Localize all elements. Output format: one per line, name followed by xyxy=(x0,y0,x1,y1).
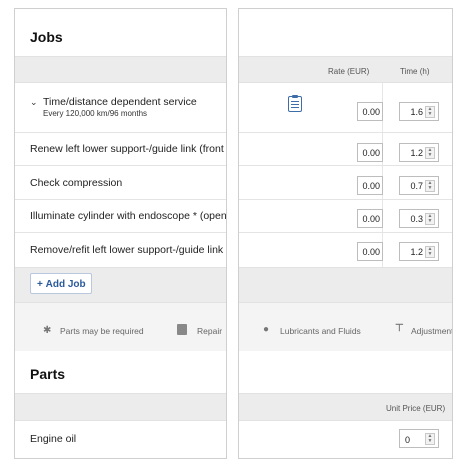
time-value: 0.7 xyxy=(410,181,423,191)
rate-field[interactable]: 0.00 xyxy=(357,102,383,121)
rate-field[interactable]: 0.00 xyxy=(357,143,383,162)
row-divider xyxy=(15,199,226,200)
jobs-header-band xyxy=(15,56,226,83)
part-row-label[interactable]: Engine oil xyxy=(30,433,76,445)
time-stepper[interactable]: 0.3 ▲ ▼ xyxy=(399,209,439,228)
spinner-icon[interactable]: ▲ ▼ xyxy=(425,246,435,258)
parts-title: Parts xyxy=(30,366,66,382)
wrench-icon: ⊤ xyxy=(395,323,404,334)
spinner-icon[interactable]: ▲ ▼ xyxy=(425,180,435,192)
plus-icon: + xyxy=(37,279,43,290)
spinner-icon[interactable]: ▲ ▼ xyxy=(425,147,435,159)
add-job-label: Add Job xyxy=(45,279,86,290)
clipboard-icon[interactable] xyxy=(288,95,302,112)
left-pane: Jobs ⌄ Time/distance dependent service E… xyxy=(14,8,227,459)
jobs-title: Jobs xyxy=(30,29,63,45)
row-divider xyxy=(15,132,226,133)
time-value: 1.2 xyxy=(410,247,423,257)
time-value: 1.6 xyxy=(410,107,423,117)
add-job-button[interactable]: + Add Job xyxy=(30,273,92,294)
drop-icon: ● xyxy=(263,324,270,335)
jobs-card-right: Rate (EUR) Time (h) 0.00 1.6 ▲ ▼ 0.00 1.2… xyxy=(239,9,452,303)
time-stepper[interactable]: 1.2 ▲ ▼ xyxy=(399,143,439,162)
rate-field[interactable]: 0.00 xyxy=(357,242,383,261)
job-row-label[interactable]: Renew left lower support-/guide link (fr… xyxy=(30,143,226,155)
job-row-label[interactable]: Illuminate cylinder with endoscope * (op… xyxy=(30,210,226,222)
legend-label: Repair xyxy=(197,326,223,336)
time-stepper[interactable]: 1.2 ▲ ▼ xyxy=(399,242,439,261)
parts-card: Parts Engine oil xyxy=(15,351,226,458)
spinner-icon[interactable]: ▲ ▼ xyxy=(425,106,435,118)
legend-label: Parts may be required xyxy=(60,326,144,336)
parts-card-right: Unit Price (EUR) 0 ▲ ▼ xyxy=(239,351,452,458)
row-divider xyxy=(239,132,452,133)
rate-field[interactable]: 0.00 xyxy=(357,209,383,228)
time-value: 0.3 xyxy=(410,214,423,224)
spinner-icon[interactable]: ▲ ▼ xyxy=(425,213,435,225)
row-divider xyxy=(15,232,226,233)
unit-price-field[interactable]: 0 ▲ ▼ xyxy=(399,429,439,448)
job-row-sublabel: Every 120,000 km/96 months xyxy=(43,109,148,118)
repair-icon xyxy=(177,324,187,335)
add-job-bar xyxy=(239,267,452,303)
rate-column-header: Rate (EUR) xyxy=(328,67,370,76)
time-value: 1.2 xyxy=(410,148,423,158)
chevron-down-icon[interactable]: ⌄ xyxy=(30,97,38,108)
parts-header-band xyxy=(15,393,226,421)
job-row-label[interactable]: Remove/refit left lower support-/guide l… xyxy=(30,244,226,256)
row-divider xyxy=(239,232,452,233)
job-row-label[interactable]: Check compression xyxy=(30,177,122,189)
right-pane: Rate (EUR) Time (h) 0.00 1.6 ▲ ▼ 0.00 1.2… xyxy=(238,8,453,459)
jobs-card: Jobs ⌄ Time/distance dependent service E… xyxy=(15,9,226,303)
spinner-icon[interactable]: ▲ ▼ xyxy=(425,433,435,445)
unit-price-column-header: Unit Price (EUR) xyxy=(386,404,446,413)
job-row-label[interactable]: Time/distance dependent service xyxy=(43,96,197,108)
row-divider xyxy=(15,165,226,166)
rate-field[interactable]: 0.00 xyxy=(357,176,383,195)
unit-price-value: 0 xyxy=(405,435,411,445)
legend-label: Adjustments xyxy=(411,326,452,336)
row-divider xyxy=(239,199,452,200)
row-divider xyxy=(239,165,452,166)
asterisk-icon: ✱ xyxy=(43,325,52,336)
time-column-header: Time (h) xyxy=(400,67,430,76)
time-stepper[interactable]: 0.7 ▲ ▼ xyxy=(399,176,439,195)
time-stepper[interactable]: 1.6 ▲ ▼ xyxy=(399,102,439,121)
legend-label: Lubricants and Fluids xyxy=(280,326,361,336)
